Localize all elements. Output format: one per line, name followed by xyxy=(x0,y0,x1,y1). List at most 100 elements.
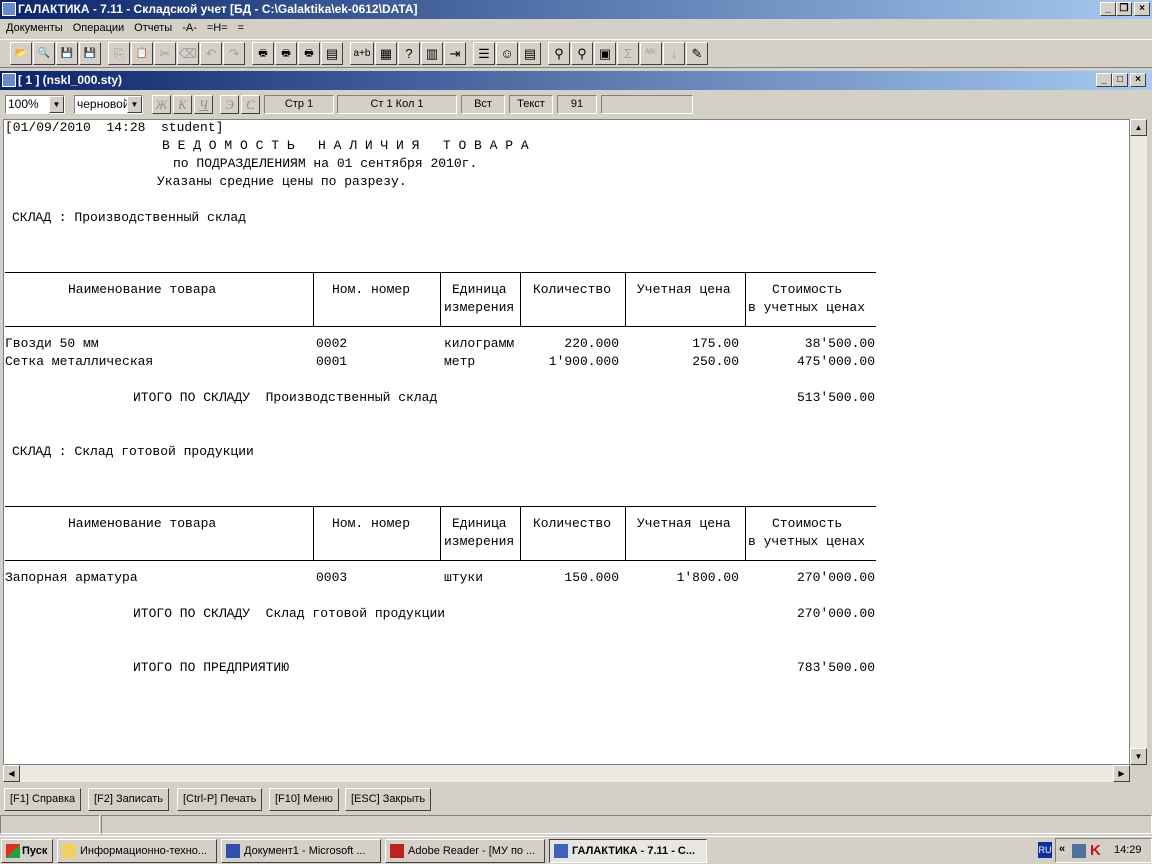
network-icon[interactable] xyxy=(1072,844,1086,858)
report-document[interactable]: [01/09/2010 14:28 student] В Е Д О М О С … xyxy=(3,119,1130,765)
print-icon[interactable]: 🖶 xyxy=(252,42,274,65)
erase-icon[interactable]: ⌫ xyxy=(177,42,199,65)
italic-button[interactable]: К xyxy=(173,95,192,114)
help-icon[interactable]: ? xyxy=(398,42,420,65)
column-divider xyxy=(520,272,521,326)
child-minimize-button[interactable]: _ xyxy=(1096,73,1112,87)
taskbar: Пуск Информационно-техно... Документ1 - … xyxy=(0,836,1152,864)
task-explorer[interactable]: Информационно-техно... xyxy=(57,839,217,863)
child-maximize-button[interactable]: □ xyxy=(1112,73,1128,87)
tray-expand-button[interactable]: « xyxy=(1059,843,1065,855)
child-close-button[interactable]: × xyxy=(1130,73,1146,87)
minimize-button[interactable]: _ xyxy=(1100,2,1116,16)
open-preview-icon[interactable]: 🔍 xyxy=(33,42,55,65)
concat-icon[interactable]: a+b xyxy=(350,42,374,65)
print-button[interactable]: [Ctrl-P] Печать xyxy=(177,788,263,811)
menu-documents[interactable]: Документы xyxy=(6,22,63,34)
help-button[interactable]: [F1] Справка xyxy=(4,788,82,811)
row-qty: 1'900.000 xyxy=(548,354,619,369)
report-header-line: [01/09/2010 14:28 student] xyxy=(5,120,224,135)
column-divider xyxy=(313,272,314,326)
open-icon[interactable]: 📂 xyxy=(10,42,32,65)
save-button[interactable]: [F2] Записать xyxy=(88,788,170,811)
sort-icon[interactable]: ↓ xyxy=(663,42,685,65)
new-doc-icon[interactable]: ✎ xyxy=(686,42,708,65)
scroll-up-icon[interactable]: ▲ xyxy=(1130,119,1147,136)
start-button[interactable]: Пуск xyxy=(1,839,53,863)
row-unit: штуки xyxy=(444,570,484,585)
task-galaktika[interactable]: ГАЛАКТИКА - 7.11 - С... xyxy=(549,839,707,863)
horizontal-scrollbar[interactable]: ◀ ▶ xyxy=(3,765,1130,782)
size-grip[interactable] xyxy=(1130,765,1147,782)
find-icon[interactable]: ⚲ xyxy=(548,42,570,65)
smiley-icon[interactable]: ☺ xyxy=(496,42,518,65)
menu-button[interactable]: [F10] Меню xyxy=(269,788,339,811)
form-icon[interactable]: ▤ xyxy=(519,42,541,65)
child-title: [ 1 ] (nskl_000.sty) xyxy=(18,73,123,87)
close-doc-button[interactable]: [ESC] Закрыть xyxy=(345,788,432,811)
menu-bar: Документы Операции Отчеты -А- =Н= = xyxy=(0,19,1152,37)
underline-button[interactable]: Ч xyxy=(194,95,213,114)
sum-icon[interactable]: Σ xyxy=(617,42,639,65)
row-num: 0001 xyxy=(316,354,348,369)
zoom-select[interactable]: 100% ▼ xyxy=(5,95,65,114)
language-indicator[interactable]: RU xyxy=(1038,842,1052,858)
column-header-cost: Стоимость xyxy=(772,516,843,531)
mode-value: черновой xyxy=(77,97,130,111)
print-setup-icon[interactable]: 🖶 xyxy=(298,42,320,65)
report-subtitle: по ПОДРАЗДЕЛЕНИЯМ на 01 сентября 2010г. xyxy=(173,156,478,171)
insert-mode: Вст xyxy=(461,95,505,114)
table-icon[interactable]: ▥ xyxy=(421,42,443,65)
warehouse-total: 270'000.00 xyxy=(796,606,875,621)
column-header-price: Учетная цена xyxy=(637,516,731,531)
print-check-icon[interactable]: 🖶 xyxy=(275,42,297,65)
column-header-num: Ном. номер xyxy=(332,516,411,531)
antivirus-icon[interactable]: K xyxy=(1090,842,1101,859)
system-tray: « K 14:29 xyxy=(1055,838,1152,863)
copy-icon[interactable]: ⎘ xyxy=(108,42,130,65)
spellcheck-icon[interactable]: ᴬᴮᶜ xyxy=(640,42,662,65)
calculator-icon[interactable]: ▦ xyxy=(375,42,397,65)
page-preview-icon[interactable]: ▤ xyxy=(321,42,343,65)
menu-operations[interactable]: Операции xyxy=(73,22,124,34)
scroll-right-icon[interactable]: ▶ xyxy=(1113,765,1130,782)
list-icon[interactable]: ☰ xyxy=(473,42,495,65)
menu-a[interactable]: -А- xyxy=(182,22,197,34)
vertical-scrollbar[interactable]: ▲ ▼ xyxy=(1130,119,1147,765)
scroll-left-icon[interactable]: ◀ xyxy=(3,765,20,782)
column-divider xyxy=(625,506,626,560)
column-header-unit: Единица xyxy=(452,282,507,297)
row-price: 250.00 xyxy=(692,354,739,369)
e-button[interactable]: Э xyxy=(220,95,239,114)
cut-icon[interactable]: ✂ xyxy=(154,42,176,65)
word-icon xyxy=(226,844,240,858)
paste-icon[interactable]: 📋 xyxy=(131,42,153,65)
redo-icon[interactable]: ↷ xyxy=(223,42,245,65)
menu-reports[interactable]: Отчеты xyxy=(134,22,172,34)
close-button[interactable]: × xyxy=(1134,2,1150,16)
report-note: Указаны средние цены по разрезу. xyxy=(157,174,407,189)
row-unit: метр xyxy=(444,354,476,369)
task-word[interactable]: Документ1 - Microsoft ... xyxy=(221,839,381,863)
grand-total-label: ИТОГО ПО ПРЕДПРИЯТИЮ xyxy=(133,660,290,675)
document-toolbar: 100% ▼ черновой ▼ Ж К Ч Э С Стр 1 Ст 1 Кол… xyxy=(0,92,1152,117)
find-next-icon[interactable]: ⚲ xyxy=(571,42,593,65)
undo-icon[interactable]: ↶ xyxy=(200,42,222,65)
c-button[interactable]: С xyxy=(241,95,260,114)
task-adobe[interactable]: Adobe Reader - [МУ по ... xyxy=(385,839,545,863)
folder-icon xyxy=(62,844,76,858)
column-header-qty: Количество xyxy=(533,516,612,531)
menu-h[interactable]: =Н= xyxy=(207,22,228,34)
menu-eq[interactable]: = xyxy=(238,22,244,34)
zoom-value: 100% xyxy=(8,97,39,111)
save-as-icon[interactable]: 💾 xyxy=(79,42,101,65)
bold-button[interactable]: Ж xyxy=(152,95,171,114)
mode-select[interactable]: черновой ▼ xyxy=(74,95,143,114)
properties-icon[interactable]: ▣ xyxy=(594,42,616,65)
save-icon[interactable]: 💾 xyxy=(56,42,78,65)
exit-icon[interactable]: ⇥ xyxy=(444,42,466,65)
app-title: ГАЛАКТИКА - 7.11 - Складской учет [БД - … xyxy=(18,2,418,16)
row-name: Запорная арматура xyxy=(5,570,138,585)
scroll-down-icon[interactable]: ▼ xyxy=(1130,748,1147,765)
restore-button[interactable]: ❐ xyxy=(1116,2,1132,16)
